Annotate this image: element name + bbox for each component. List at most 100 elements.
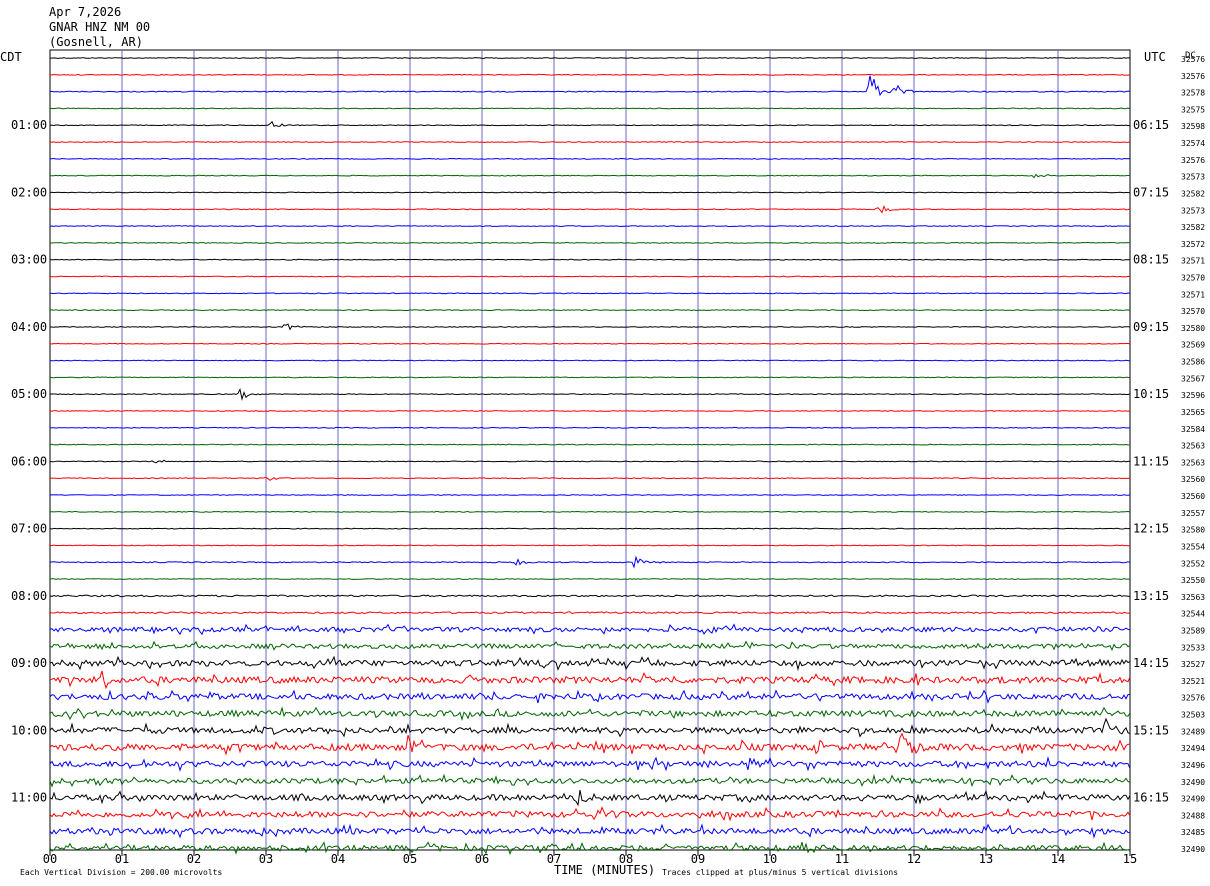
chart-station: GNAR HNZ NM 00 [49,20,150,34]
dc-offset-label: 32589 [1181,627,1205,636]
dc-offset-label: 32576 [1181,72,1205,81]
dc-offset-label: 32570 [1181,274,1205,283]
trace-line-12 [49,258,1130,261]
x-tick-label: 09 [691,852,705,866]
trace-line-10 [49,225,1131,228]
dc-offset-label: 32521 [1181,677,1205,686]
x-tick-label: 04 [331,852,345,866]
dc-offset-label: 32544 [1181,610,1205,619]
dc-offset-label: 32598 [1181,122,1205,131]
dc-offset-label: 32563 [1181,458,1205,467]
dc-offset-label: 32565 [1181,408,1205,417]
right-axis-label: UTC [1144,50,1166,64]
trace-line-5 [49,141,1131,143]
dc-offset-label: 32574 [1181,139,1205,148]
dc-offset-label: 32576 [1181,55,1205,64]
trace-line-19 [49,376,1131,379]
right-hour-label: 13:15 [1133,589,1169,603]
dc-offset-label: 32580 [1181,526,1205,535]
right-hour-label: 09:15 [1133,320,1169,334]
trace-line-26 [49,494,1131,496]
dc-offset-label: 32490 [1181,795,1205,804]
dc-offset-label: 32503 [1181,711,1205,720]
dc-offset-label: 32580 [1181,324,1205,333]
right-hour-label: 14:15 [1133,656,1169,670]
clip-note: Traces clipped at plus/minus 5 vertical … [662,868,898,877]
left-hour-label: 05:00 [11,387,47,401]
right-hour-label: 08:15 [1133,253,1169,267]
x-tick-label: 14 [1051,852,1065,866]
dc-offset-label: 32563 [1181,442,1205,451]
left-hour-label: 10:00 [11,723,47,737]
trace-line-17 [49,342,1131,345]
dc-offset-label: 32575 [1181,105,1205,114]
left-hour-label: 04:00 [11,320,47,334]
right-hour-label: 06:15 [1133,118,1169,132]
dc-offset-label: 32582 [1181,223,1205,232]
x-tick-label: 02 [187,852,201,866]
trace-line-13 [49,275,1131,278]
scale-note: Each Vertical Division = 200.00 microvol… [20,868,222,877]
dc-offset-label: 32584 [1181,425,1205,434]
left-hour-label: 09:00 [11,656,47,670]
dc-offset-label: 32527 [1181,660,1205,669]
left-axis-label: CDT [0,50,22,64]
trace-line-11 [49,241,1131,244]
dc-offset-label: 32563 [1181,593,1205,602]
dc-offset-label: 32596 [1181,391,1205,400]
dc-offset-label: 32485 [1181,828,1205,837]
dc-offset-label: 32569 [1181,341,1205,350]
right-hour-label: 12:15 [1133,522,1169,536]
dc-offset-label: 32489 [1181,727,1205,736]
left-hour-label: 02:00 [11,186,47,200]
chart-location: (Gosnell, AR) [49,35,143,49]
dc-offset-label: 32576 [1181,694,1205,703]
x-tick-label: 03 [259,852,273,866]
dc-offset-label: 32550 [1181,576,1205,585]
right-hour-label: 07:15 [1133,186,1169,200]
x-tick-label: 06 [475,852,489,866]
left-hour-label: 06:00 [11,454,47,468]
dc-offset-label: 32560 [1181,475,1205,484]
dc-offset-label: 32582 [1181,190,1205,199]
trace-line-27 [50,510,1131,513]
right-hour-label: 15:15 [1133,723,1169,737]
dc-offset-label: 32578 [1181,89,1205,98]
dc-offset-label: 32494 [1181,744,1205,753]
left-hour-label: 08:00 [11,589,47,603]
right-hour-label: 16:15 [1133,791,1169,805]
helicorder-chart: Apr 7,2026 GNAR HNZ NM 00 (Gosnell, AR) … [0,0,1210,886]
left-hour-label: 03:00 [11,253,47,267]
x-tick-label: 11 [835,852,849,866]
dc-offset-label: 32560 [1181,492,1205,501]
chart-date: Apr 7,2026 [49,5,121,19]
dc-offset-label: 32552 [1181,559,1205,568]
x-tick-label: 13 [979,852,993,866]
trace-line-28 [49,527,1131,530]
x-tick-label: 00 [43,852,57,866]
right-hour-label: 10:15 [1133,387,1169,401]
trace-line-22 [49,426,1131,429]
dc-offset-label: 32573 [1181,173,1205,182]
dc-offset-label: 32554 [1181,542,1205,551]
dc-offset-label: 32573 [1181,206,1205,215]
x-tick-label: 15 [1123,852,1137,866]
x-tick-label: 05 [403,852,417,866]
trace-line-6 [49,157,1131,160]
dc-offset-label: 32567 [1181,374,1205,383]
left-hour-label: 07:00 [11,522,47,536]
x-tick-label: 10 [763,852,777,866]
x-axis-label: TIME (MINUTES) [554,863,655,877]
dc-offset-label: 32571 [1181,290,1205,299]
right-hour-label: 11:15 [1133,454,1169,468]
dc-offset-label: 32557 [1181,509,1205,518]
dc-offset-label: 32496 [1181,761,1205,770]
left-hour-label: 01:00 [11,118,47,132]
dc-offset-label: 32488 [1181,811,1205,820]
x-tick-label: 01 [115,852,129,866]
dc-offset-label: 32490 [1181,778,1205,787]
x-tick-label: 12 [907,852,921,866]
left-hour-label: 11:00 [11,791,47,805]
dc-offset-label: 32571 [1181,257,1205,266]
dc-offset-label: 32576 [1181,156,1205,165]
